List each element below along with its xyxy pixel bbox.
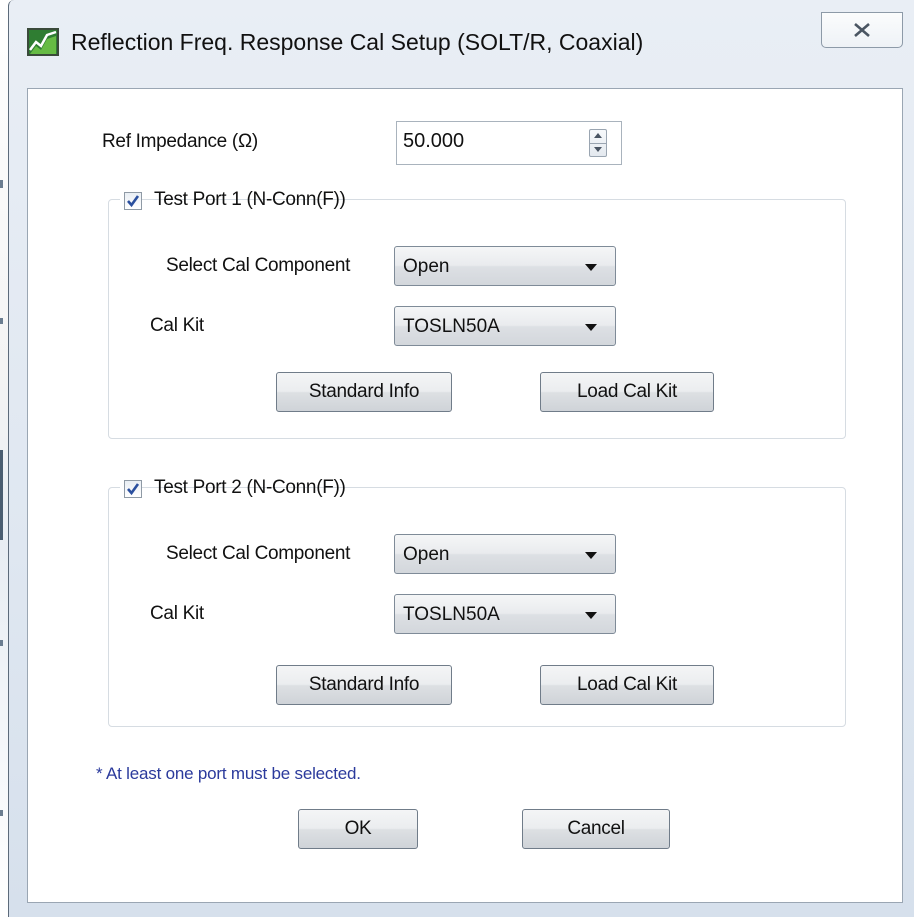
port-2-load-cal-kit-button[interactable]: Load Cal Kit	[540, 665, 714, 705]
combo-value: TOSLN50A	[403, 316, 500, 337]
ok-button[interactable]: OK	[298, 809, 418, 849]
cal-kit-label: Cal Kit	[150, 315, 204, 336]
combo-value: Open	[403, 256, 450, 277]
port-1-standard-info-button[interactable]: Standard Info	[276, 372, 452, 412]
spin-separator	[590, 143, 606, 144]
dropdown-arrow-icon	[585, 552, 597, 559]
select-cal-component-label: Select Cal Component	[166, 543, 351, 564]
spin-arrows[interactable]	[589, 129, 607, 157]
selection-note: * At least one port must be selected.	[96, 764, 361, 783]
edge-mark	[0, 450, 3, 540]
window-title: Reflection Freq. Response Cal Setup (SOL…	[71, 29, 644, 55]
dialog-client-area: Ref Impedance (Ω) 50.000 Test Port 1 (N-…	[27, 88, 903, 903]
combo-value: TOSLN50A	[403, 604, 500, 625]
dialog-window: Reflection Freq. Response Cal Setup (SOL…	[8, 0, 914, 917]
dropdown-arrow-icon	[585, 264, 597, 271]
port-2-cal-component-select[interactable]: Open	[394, 534, 616, 574]
port-2-standard-info-button[interactable]: Standard Info	[276, 665, 452, 705]
test-port-2-checkbox[interactable]	[124, 480, 142, 498]
cal-kit-label: Cal Kit	[150, 603, 204, 624]
port-2-cal-kit-select[interactable]: TOSLN50A	[394, 594, 616, 634]
edge-mark	[0, 318, 3, 324]
edge-mark	[0, 810, 3, 816]
app-icon	[27, 28, 59, 56]
select-cal-component-label: Select Cal Component	[166, 255, 351, 276]
test-port-1-checkbox[interactable]	[124, 192, 142, 210]
ref-impedance-label: Ref Impedance (Ω)	[102, 131, 258, 152]
ref-impedance-value[interactable]: 50.000	[403, 130, 464, 153]
cancel-button[interactable]: Cancel	[522, 809, 670, 849]
edge-mark	[0, 180, 3, 188]
title-bar[interactable]: Reflection Freq. Response Cal Setup (SOL…	[9, 0, 914, 88]
spin-down-icon[interactable]	[594, 147, 602, 152]
edge-mark	[0, 640, 3, 646]
background-window-edge	[0, 0, 8, 917]
close-button[interactable]	[821, 12, 903, 48]
test-port-2-label: Test Port 2 (N-Conn(F))	[154, 477, 346, 498]
checkmark-icon	[127, 195, 140, 208]
combo-value: Open	[403, 544, 450, 565]
close-icon	[854, 23, 870, 37]
spin-up-icon[interactable]	[594, 133, 602, 138]
port-1-cal-component-select[interactable]: Open	[394, 246, 616, 286]
test-port-2-header[interactable]: Test Port 2 (N-Conn(F))	[120, 477, 346, 503]
dropdown-arrow-icon	[585, 612, 597, 619]
test-port-1-label: Test Port 1 (N-Conn(F))	[154, 189, 346, 210]
dropdown-arrow-icon	[585, 324, 597, 331]
ref-impedance-spinbox[interactable]: 50.000	[396, 121, 622, 165]
port-1-load-cal-kit-button[interactable]: Load Cal Kit	[540, 372, 714, 412]
checkmark-icon	[127, 483, 140, 496]
port-1-cal-kit-select[interactable]: TOSLN50A	[394, 306, 616, 346]
test-port-1-header[interactable]: Test Port 1 (N-Conn(F))	[120, 189, 346, 215]
